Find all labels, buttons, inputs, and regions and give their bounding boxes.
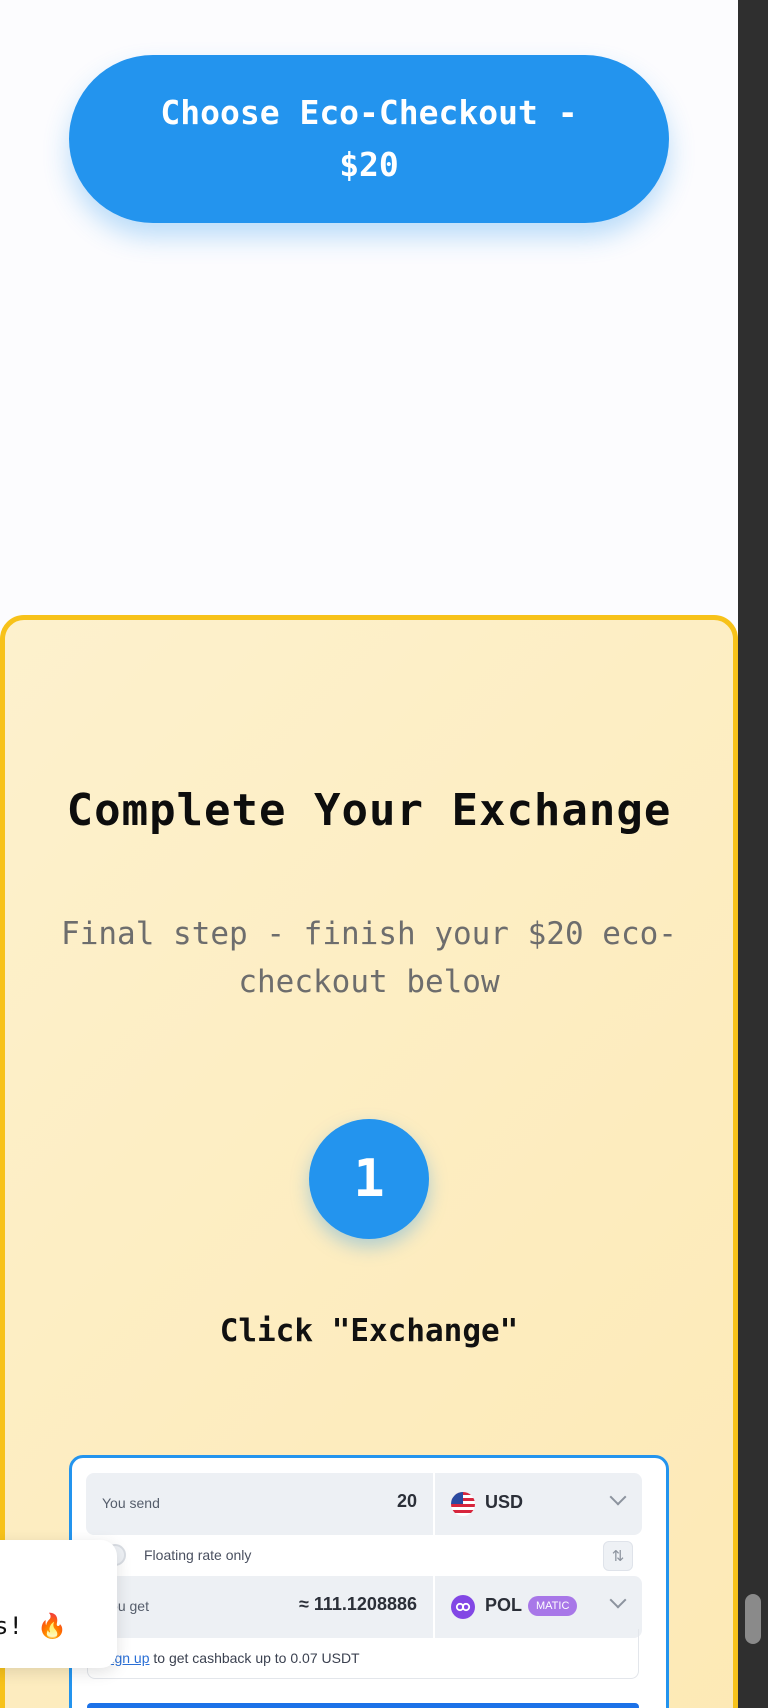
step-label: Click "Exchange" <box>219 1313 519 1349</box>
eco-checkout-button[interactable]: Choose Eco-Checkout - $20 <box>69 55 669 223</box>
send-amount-field[interactable]: You send 20 <box>86 1473 433 1535</box>
get-currency-code: POL <box>485 1595 523 1615</box>
cashback-description: to get cashback up to 0.07 USDT <box>149 1650 360 1666</box>
polygon-icon <box>451 1595 475 1619</box>
toast-notification <box>0 1540 117 1668</box>
send-currency-code: USD <box>485 1492 524 1512</box>
toast-message: s! <box>0 1612 23 1640</box>
send-amount[interactable]: 20 <box>397 1491 417 1512</box>
page: Choose Eco-Checkout - $20 Complete Your … <box>0 0 738 1708</box>
get-amount: ≈ 111.1208886 <box>298 1594 417 1614</box>
exchange-button-edge[interactable] <box>87 1703 639 1708</box>
panel-title: Complete Your Exchange <box>66 785 672 836</box>
floating-rate-text: Floating rate only <box>144 1547 252 1563</box>
fire-icon: 🔥 <box>37 1612 68 1640</box>
scrollbar-track[interactable] <box>738 0 768 1708</box>
send-row: You send 20 USD <box>86 1473 642 1535</box>
network-badge: MATIC <box>528 1596 578 1616</box>
us-flag-icon <box>451 1492 475 1516</box>
step-number-badge: 1 <box>309 1119 429 1239</box>
chevron-down-icon <box>609 1488 627 1506</box>
scrollbar-thumb[interactable] <box>745 1594 761 1644</box>
cashback-text: Sign up to get cashback up to 0.07 USDT <box>102 1650 360 1666</box>
toast-text: s! 🔥 <box>0 1612 67 1640</box>
chevron-down-icon <box>609 1591 627 1609</box>
send-currency-select[interactable]: USD <box>435 1473 642 1535</box>
swap-icon[interactable]: ⇅ <box>603 1541 633 1571</box>
send-label: You send <box>102 1495 160 1511</box>
panel-subtitle: Final step - finish your $20 eco-checkou… <box>61 916 677 1000</box>
